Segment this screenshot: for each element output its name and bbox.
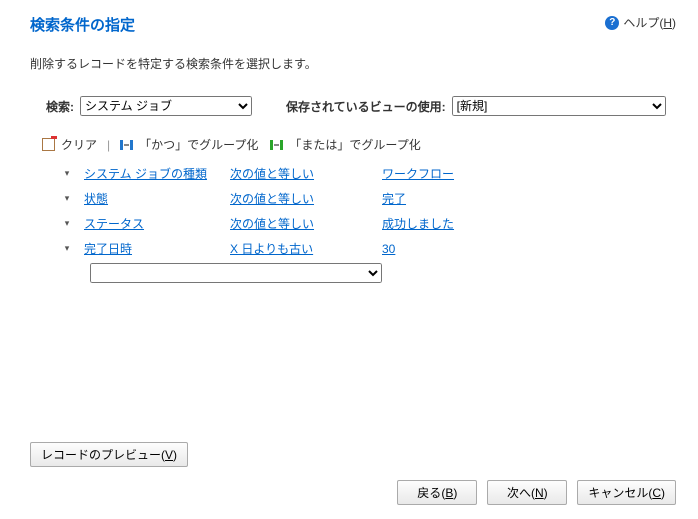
- criteria-value-link[interactable]: 完了: [382, 192, 406, 206]
- criteria-operator-link[interactable]: 次の値と等しい: [230, 217, 314, 231]
- saved-view-label: 保存されているビューの使用:: [286, 98, 446, 115]
- new-criteria-row: [60, 263, 676, 283]
- criteria-value-link[interactable]: 30: [382, 242, 395, 256]
- group-or-button[interactable]: 「または」でグループ化: [289, 136, 420, 153]
- chevron-down-icon[interactable]: ▾: [60, 168, 74, 179]
- clear-button[interactable]: クリア: [61, 136, 97, 153]
- criteria-field-link[interactable]: 状態: [84, 192, 108, 206]
- criteria-field-link[interactable]: 完了日時: [84, 242, 132, 256]
- criteria-field-link[interactable]: システム ジョブの種類: [84, 167, 207, 181]
- search-row: 検索: システム ジョブ 保存されているビューの使用: [新規]: [46, 96, 676, 116]
- group-or-icon: [270, 140, 283, 150]
- separator: |: [107, 138, 110, 152]
- group-and-button[interactable]: 「かつ」でグループ化: [139, 136, 258, 153]
- criteria-row: ▾ ステータス 次の値と等しい 成功しました: [60, 211, 676, 236]
- criteria-value-link[interactable]: 成功しました: [382, 217, 454, 231]
- criteria-toolbar: クリア | 「かつ」でグループ化 「または」でグループ化: [42, 136, 676, 153]
- criteria-row: ▾ システム ジョブの種類 次の値と等しい ワークフロー: [60, 161, 676, 186]
- page-title: 検索条件の指定: [30, 14, 135, 35]
- cancel-button[interactable]: キャンセル(C): [577, 480, 676, 505]
- back-button[interactable]: 戻る(B): [397, 480, 477, 505]
- criteria-operator-link[interactable]: X 日よりも古い: [230, 242, 313, 256]
- chevron-down-icon[interactable]: ▾: [60, 193, 74, 204]
- criteria-operator-link[interactable]: 次の値と等しい: [230, 192, 314, 206]
- criteria-row: ▾ 完了日時 X 日よりも古い 30: [60, 236, 676, 261]
- criteria-table: ▾ システム ジョブの種類 次の値と等しい ワークフロー ▾ 状態 次の値と等し…: [60, 161, 676, 261]
- search-entity-select[interactable]: システム ジョブ: [80, 96, 252, 116]
- criteria-value-link[interactable]: ワークフロー: [382, 167, 454, 181]
- help-icon: ?: [605, 16, 619, 30]
- description-text: 削除するレコードを特定する検索条件を選択します。: [30, 55, 676, 72]
- criteria-row: ▾ 状態 次の値と等しい 完了: [60, 186, 676, 211]
- chevron-down-icon[interactable]: ▾: [60, 218, 74, 229]
- new-criteria-select[interactable]: [90, 263, 382, 283]
- help-link[interactable]: ? ヘルプ(H): [605, 14, 676, 31]
- preview-records-button[interactable]: レコードのプレビュー(V): [30, 442, 188, 467]
- clear-icon: [42, 138, 55, 151]
- next-button[interactable]: 次へ(N): [487, 480, 567, 505]
- chevron-down-icon[interactable]: ▾: [60, 243, 74, 254]
- criteria-operator-link[interactable]: 次の値と等しい: [230, 167, 314, 181]
- saved-view-select[interactable]: [新規]: [452, 96, 666, 116]
- search-label: 検索:: [46, 98, 74, 115]
- criteria-field-link[interactable]: ステータス: [84, 217, 144, 231]
- wizard-footer: 戻る(B) 次へ(N) キャンセル(C): [397, 480, 676, 505]
- group-and-icon: [120, 140, 133, 150]
